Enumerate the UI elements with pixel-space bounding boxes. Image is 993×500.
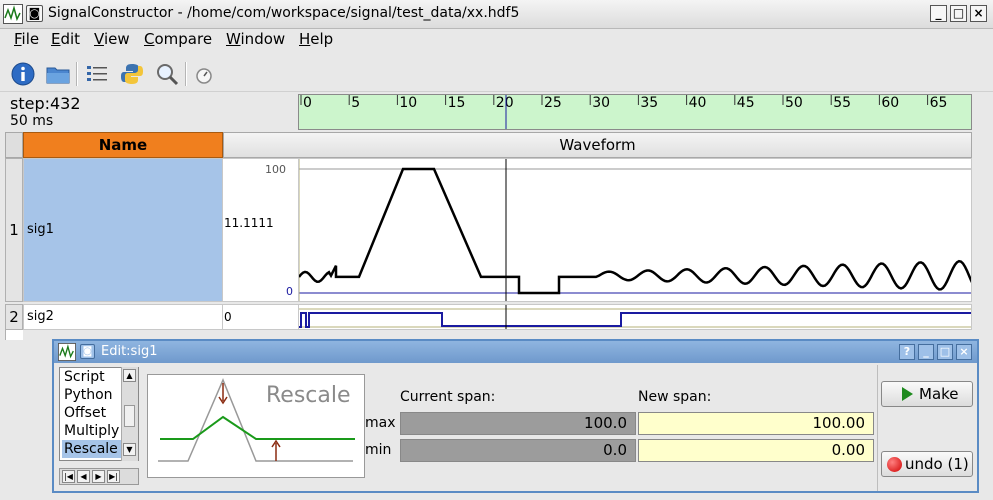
signal-value: 11.1111 xyxy=(224,216,274,230)
list-item[interactable]: Offset xyxy=(64,404,122,422)
timer-icon[interactable] xyxy=(193,61,219,87)
ruler-tick-label: 45 xyxy=(737,95,755,111)
dialog-separator xyxy=(877,365,878,491)
undo-button[interactable]: undo (1) xyxy=(881,451,973,477)
window-title: SignalConstructor - /home/com/workspace/… xyxy=(48,5,520,21)
time-label: 50 ms xyxy=(10,113,54,129)
open-folder-icon[interactable] xyxy=(45,61,71,87)
ruler-tick-label: 35 xyxy=(640,95,658,111)
info-icon[interactable] xyxy=(10,61,36,87)
toolbar-separator xyxy=(76,62,78,86)
dialog-close-button[interactable]: × xyxy=(956,344,972,360)
ruler-tick-label: 50 xyxy=(785,95,803,111)
ruler-tick-label: 65 xyxy=(930,95,948,111)
waveform-column-header[interactable]: Waveform xyxy=(223,132,972,158)
scroll-last-icon[interactable]: ▶| xyxy=(107,470,120,483)
toolbar xyxy=(0,54,993,92)
make-label: Make xyxy=(919,385,959,403)
dialog-title: Edit:sig1 xyxy=(101,344,158,359)
search-icon[interactable] xyxy=(154,61,180,87)
axis-bottom-label: 0 xyxy=(286,285,293,298)
ruler-tick-label: 55 xyxy=(833,95,851,111)
scroll-first-icon[interactable]: |◀ xyxy=(62,470,75,483)
list-item[interactable]: Python xyxy=(64,386,122,404)
rescale-preview: Rescale xyxy=(147,374,365,478)
ruler-tick-label: 0 xyxy=(303,95,312,111)
new-span-label: New span: xyxy=(638,389,712,405)
ruler-tick-label: 60 xyxy=(881,95,899,111)
ruler-tick-label: 10 xyxy=(399,95,417,111)
current-min-field: 0.0 xyxy=(400,439,636,462)
min-label: min xyxy=(365,442,392,458)
signal-value-cell: 11.1111 100 0 xyxy=(223,158,298,302)
scroll-right-icon[interactable]: ▶ xyxy=(92,470,105,483)
new-max-input[interactable]: 100.00 xyxy=(638,412,874,435)
time-ruler[interactable]: 0 5 10 15 20 25 30 35 40 45 50 55 60 65 xyxy=(298,94,972,130)
grid-corner-header xyxy=(5,132,23,158)
ruler-tick-label: 40 xyxy=(689,95,707,111)
list-vertical-scrollbar[interactable]: ▲ ▼ xyxy=(121,367,138,461)
row-number[interactable]: 2 xyxy=(5,304,23,330)
help-button[interactable]: ? xyxy=(899,344,915,360)
new-min-input[interactable]: 0.00 xyxy=(638,439,874,462)
menu-file[interactable]: File xyxy=(14,30,39,48)
python-icon[interactable] xyxy=(119,61,145,87)
scroll-left-icon[interactable]: ◀ xyxy=(77,470,90,483)
app-icon xyxy=(58,343,76,361)
make-button[interactable]: Make xyxy=(881,381,973,407)
record-icon xyxy=(887,457,902,472)
menu-compare[interactable]: Compare xyxy=(144,30,212,48)
waveform-sig1[interactable] xyxy=(298,158,972,302)
menu-bar: File Edit View Compare Window Help xyxy=(0,29,993,54)
waveform-sig1-svg xyxy=(299,159,971,301)
max-label: max xyxy=(365,415,396,431)
menu-view[interactable]: View xyxy=(94,30,130,48)
current-max-field: 100.0 xyxy=(400,412,636,435)
scroll-thumb[interactable] xyxy=(124,405,135,427)
ruler-tick-label: 20 xyxy=(496,95,514,111)
play-icon xyxy=(902,387,913,401)
signal-name-cell[interactable]: sig1 xyxy=(23,158,223,302)
signal-name-cell[interactable]: sig2 xyxy=(23,304,223,330)
list-item-selected[interactable]: Rescale xyxy=(62,440,122,458)
list-icon[interactable] xyxy=(84,61,110,87)
menu-help[interactable]: Help xyxy=(299,30,333,48)
step-label: step:432 xyxy=(10,94,81,113)
waveform-sig2[interactable] xyxy=(298,304,972,330)
edit-dialog: ◙ Edit:sig1 ? _ □ × Script Python Offset… xyxy=(52,339,979,493)
list-horizontal-scrollbar[interactable]: |◀ ◀ ▶ ▶| xyxy=(59,468,139,485)
ruler-tick-label: 5 xyxy=(351,95,360,111)
window-menu-icon[interactable]: ◙ xyxy=(26,5,43,22)
minimize-button[interactable]: _ xyxy=(930,5,947,22)
menu-edit[interactable]: Edit xyxy=(51,30,80,48)
app-icon xyxy=(3,4,23,24)
dialog-minimize-button[interactable]: _ xyxy=(918,344,934,360)
undo-label: undo (1) xyxy=(905,455,969,473)
ruler-tick-label: 30 xyxy=(592,95,610,111)
current-span-label: Current span: xyxy=(400,389,496,405)
ruler-svg: 0 5 10 15 20 25 30 35 40 45 50 55 60 65 xyxy=(300,95,948,129)
axis-top-label: 100 xyxy=(265,163,286,176)
scroll-down-icon[interactable]: ▼ xyxy=(123,443,136,456)
dialog-menu-icon[interactable]: ◙ xyxy=(80,344,95,359)
list-item[interactable]: Script xyxy=(64,368,122,386)
waveform-sig2-svg xyxy=(299,305,971,329)
dialog-title-bar: ◙ Edit:sig1 ? _ □ × xyxy=(54,341,977,363)
grid-filler xyxy=(5,330,23,340)
dialog-maximize-button[interactable]: □ xyxy=(937,344,953,360)
title-bar: ◙ SignalConstructor - /home/com/workspac… xyxy=(0,0,993,29)
row-number[interactable]: 1 xyxy=(5,158,23,302)
toolbar-separator xyxy=(185,62,187,86)
signal-value-cell: 0 xyxy=(223,304,298,330)
maximize-button[interactable]: □ xyxy=(950,5,967,22)
name-column-header[interactable]: Name xyxy=(23,132,223,158)
close-button[interactable]: × xyxy=(970,5,987,22)
ruler-tick-label: 25 xyxy=(544,95,562,111)
scroll-up-icon[interactable]: ▲ xyxy=(123,369,136,382)
menu-window[interactable]: Window xyxy=(226,30,285,48)
list-item[interactable]: Multiply xyxy=(64,422,122,440)
ruler-tick-label: 15 xyxy=(448,95,466,111)
preview-label: Rescale xyxy=(266,383,351,408)
